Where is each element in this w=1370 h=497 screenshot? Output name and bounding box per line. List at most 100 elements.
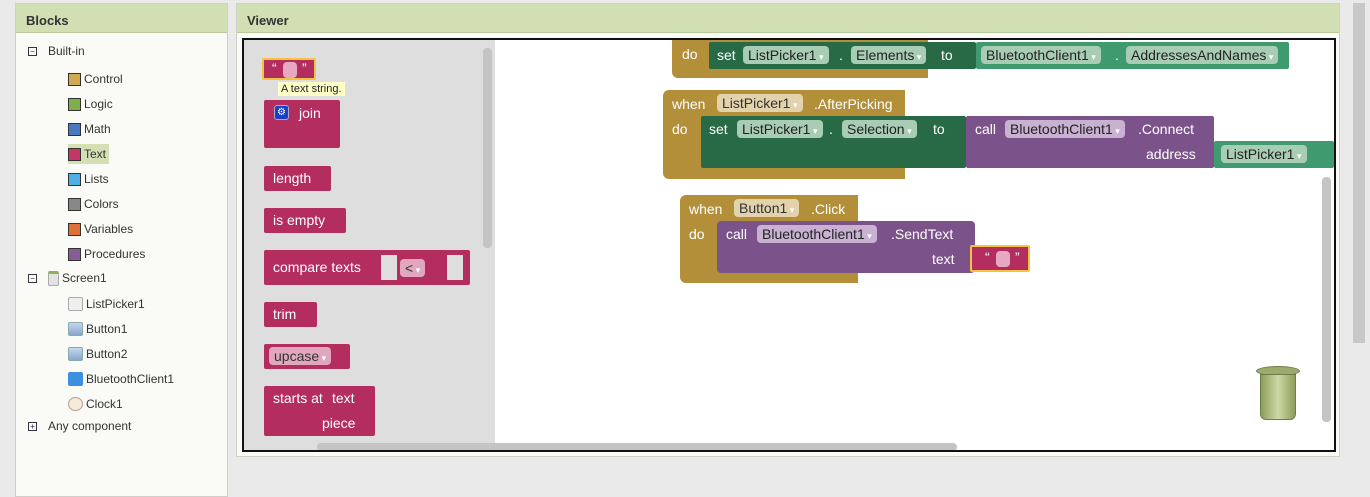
color-swatch-icon — [68, 247, 81, 261]
tree-builtin-control[interactable]: Control — [68, 69, 123, 89]
tree-builtin-logic[interactable]: Logic — [68, 94, 113, 114]
block-label: “ — [985, 249, 990, 265]
tree-component-listpicker1[interactable]: ListPicker1 — [68, 294, 145, 314]
text-string-block[interactable]: “” — [262, 58, 316, 80]
block-dropdown: BluetoothClient1 — [757, 225, 877, 243]
color-swatch-icon — [68, 147, 81, 161]
color-swatch-icon — [68, 72, 81, 86]
block-dropdown: AddressesAndNames — [1126, 46, 1279, 64]
text-field — [283, 62, 297, 78]
block-label: starts at — [273, 390, 323, 406]
tree-builtin-variables[interactable]: Variables — [68, 219, 133, 239]
input-socket — [381, 255, 397, 280]
screen-icon — [48, 270, 59, 286]
block-label: ” — [302, 60, 307, 76]
compare-texts-block[interactable]: compare texts < — [264, 250, 470, 285]
tree-builtin[interactable]: − Built-in — [28, 41, 85, 61]
block-label: ” — [1015, 249, 1020, 265]
block-dropdown: BluetoothClient1 — [981, 46, 1101, 64]
listpicker-getter[interactable]: ListPicker1 — [1214, 141, 1334, 168]
block-dropdown: Button1 — [734, 199, 800, 217]
input-socket — [447, 255, 463, 280]
block-label: length — [273, 170, 312, 186]
workspace-vertical-scrollbar[interactable] — [1322, 177, 1331, 422]
block-label: do — [672, 121, 688, 137]
tree-builtin-math[interactable]: Math — [68, 119, 111, 139]
text-field — [996, 251, 1010, 267]
block-label: “ — [272, 60, 277, 76]
tree-builtin-procedures[interactable]: Procedures — [68, 244, 145, 264]
block-label: call — [726, 226, 748, 242]
color-swatch-icon — [68, 172, 81, 186]
block-label: .AfterPicking — [814, 96, 893, 112]
set-selection-block[interactable]: set ListPicker1. Selection to — [701, 116, 966, 168]
blocks-panel: Blocks − Built-in Control Logic Math Text Lis… — [15, 3, 228, 497]
block-label: to — [941, 47, 953, 63]
blocks-panel-title: Blocks — [16, 4, 227, 33]
color-swatch-icon — [68, 122, 81, 136]
trim-block[interactable]: trim — [264, 302, 317, 327]
block-label: .SendText — [891, 226, 954, 242]
call-connect-block[interactable]: call BluetoothClient1 .Connect address — [966, 116, 1214, 168]
block-label: do — [689, 226, 705, 242]
bluetooth-icon — [68, 372, 83, 386]
collapse-icon[interactable]: − — [28, 46, 37, 56]
tree-component-button1[interactable]: Button1 — [68, 319, 127, 339]
listpicker-icon — [68, 297, 83, 311]
block-label: text — [332, 390, 355, 406]
block-dropdown: ListPicker1 — [717, 94, 803, 112]
button-icon — [68, 347, 83, 361]
blocks-workspace[interactable]: “” A text string. ⚙ join length is empty … — [242, 38, 1336, 452]
block-label: join — [299, 105, 321, 121]
page-scrollbar[interactable] — [1353, 3, 1365, 343]
block-dropdown: ListPicker1 — [743, 46, 829, 64]
block-label: is empty — [273, 212, 326, 228]
tree-screen1[interactable]: − Screen1 — [28, 268, 107, 288]
tree-component-button2[interactable]: Button2 — [68, 344, 127, 364]
color-swatch-icon — [68, 97, 81, 111]
tree-builtin-colors[interactable]: Colors — [68, 194, 119, 214]
block-label: . — [829, 121, 833, 137]
upcase-block[interactable]: upcase — [264, 344, 350, 369]
tree-builtin-text[interactable]: Text — [68, 144, 110, 164]
viewer-title: Viewer — [237, 4, 1339, 33]
button-icon — [68, 322, 83, 336]
mutator-gear-icon[interactable]: ⚙ — [274, 105, 289, 120]
block-label: do — [682, 46, 698, 62]
block-label: when — [672, 96, 706, 112]
block-label: call — [975, 121, 997, 137]
block-dropdown: Elements — [851, 46, 927, 64]
block-label: trim — [273, 306, 297, 322]
clock-icon — [68, 397, 83, 411]
block-label: address — [1146, 146, 1196, 162]
collapse-icon[interactable]: − — [28, 273, 37, 283]
starts-at-block[interactable]: starts at text piece — [264, 386, 375, 436]
blocks-flyout: “” A text string. ⚙ join length is empty … — [244, 40, 495, 450]
color-swatch-icon — [68, 197, 81, 211]
set-elements-block[interactable]: set ListPicker1. Elements to — [709, 42, 976, 69]
block-label: . — [1115, 47, 1119, 63]
text-string-block-placed[interactable]: “” — [970, 245, 1030, 272]
addresses-and-names-getter[interactable]: BluetoothClient1. AddressesAndNames — [976, 42, 1289, 69]
tree-any-component[interactable]: + Any component — [28, 416, 131, 436]
tooltip: A text string. — [278, 82, 345, 96]
expand-icon[interactable]: + — [28, 421, 37, 431]
block-dropdown: BluetoothClient1 — [1005, 120, 1125, 138]
tree-builtin-lists[interactable]: Lists — [68, 169, 109, 189]
trash-can-icon[interactable] — [1256, 362, 1300, 422]
call-sendtext-block[interactable]: call BluetoothClient1 .SendText text — [717, 221, 975, 273]
block-label: . — [839, 47, 843, 63]
workspace-horizontal-scrollbar[interactable] — [317, 443, 957, 450]
upcase-dropdown[interactable]: upcase — [269, 347, 332, 365]
compare-operator-dropdown[interactable]: < — [400, 259, 426, 277]
block-dropdown: Selection — [842, 120, 917, 138]
tree-component-bluetoothclient1[interactable]: BluetoothClient1 — [68, 369, 174, 389]
block-label: .Connect — [1138, 121, 1195, 137]
join-block[interactable]: ⚙ join — [264, 100, 340, 148]
is-empty-block[interactable]: is empty — [264, 208, 346, 233]
flyout-scrollbar[interactable] — [483, 48, 492, 248]
block-label: piece — [322, 415, 356, 431]
length-block[interactable]: length — [264, 166, 331, 191]
tree-component-clock1[interactable]: Clock1 — [68, 394, 123, 414]
block-label: to — [933, 121, 945, 137]
